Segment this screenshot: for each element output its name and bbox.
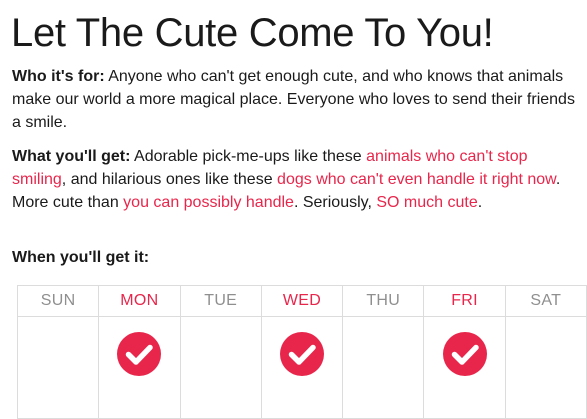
day-cell-tue	[179, 316, 262, 419]
who-its-for-label: Who it's for:	[12, 68, 105, 85]
day-header-thu: THU	[342, 285, 425, 317]
day-cell-sun	[16, 316, 100, 419]
so-much-cute-link[interactable]: SO much cute	[376, 194, 477, 211]
checkmark-circle-icon	[442, 332, 487, 376]
day-cell-mon	[98, 316, 181, 419]
what-text-4: . Seriously,	[293, 194, 377, 211]
day-header-wed: WED	[260, 285, 344, 317]
day-cell-fri	[423, 316, 506, 419]
day-header-tue: TUE	[179, 285, 262, 317]
day-header-sun: SUN	[16, 285, 100, 317]
day-cell-thu	[342, 316, 425, 419]
what-youll-get-label: What you'll get:	[12, 148, 131, 165]
what-text-2: , and hilarious ones like these	[61, 171, 278, 188]
calendar-header-row: SUN MON TUE WED THU FRI SAT	[16, 285, 587, 317]
checkmark-circle-icon	[279, 332, 324, 376]
page-title: Let The Cute Come To You!	[11, 11, 494, 55]
day-header-fri: FRI	[423, 285, 506, 317]
who-its-for-paragraph: Who it's for: Anyone who can't get enoug…	[12, 65, 580, 134]
what-youll-get-paragraph: What you'll get: Adorable pick-me-ups li…	[12, 145, 580, 214]
day-cell-wed	[260, 316, 344, 419]
delivery-calendar: SUN MON TUE WED THU FRI SAT	[16, 285, 587, 419]
day-header-sat: SAT	[504, 285, 587, 317]
possibly-handle-link[interactable]: you can possibly handle	[123, 194, 294, 211]
calendar-check-row	[16, 316, 587, 419]
checkmark-circle-icon	[117, 332, 162, 376]
what-text-1: Adorable pick-me-ups like these	[130, 148, 367, 165]
dogs-link[interactable]: dogs who can't even handle it right now	[277, 171, 556, 188]
what-text-5: .	[477, 194, 483, 211]
day-cell-sat	[504, 316, 587, 419]
when-youll-get-it-label: When you'll get it:	[12, 249, 150, 266]
day-header-mon: MON	[98, 285, 181, 317]
